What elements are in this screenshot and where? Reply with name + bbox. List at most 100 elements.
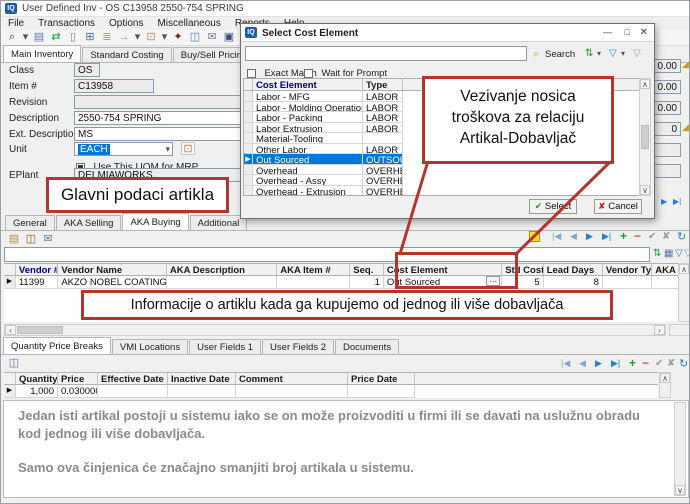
price-cell-inactive-date[interactable] — [168, 385, 236, 398]
notes-vscrollbar[interactable]: ∨ — [674, 402, 686, 496]
dialog-filter-icon[interactable]: ▽ — [609, 48, 617, 59]
mini-nav-last-icon[interactable]: ▶| — [673, 197, 681, 206]
price-header-effective-date[interactable]: Effective Date — [98, 373, 168, 384]
price-cell-price[interactable]: 0.030000 — [58, 385, 98, 398]
print-icon[interactable]: ▤ — [32, 31, 46, 44]
cost-field-6[interactable] — [653, 164, 681, 178]
aka-grid-hscrollbar[interactable]: ‹ › — [4, 324, 666, 336]
dialog-sort-dropdown-icon[interactable]: ▾ — [597, 49, 601, 58]
price-cell-quantity[interactable]: 1,000 — [16, 385, 58, 398]
price-grid-vscrollbar[interactable]: ∧ — [659, 372, 671, 398]
aka-delete-icon[interactable]: − — [634, 229, 641, 243]
exact-match-checkbox-box[interactable] — [247, 69, 256, 78]
aka-header-lead-days[interactable]: Lead Days — [544, 264, 603, 275]
document-icon[interactable]: ▯ — [66, 31, 80, 44]
price-nav-prev-icon[interactable]: ◀ — [579, 358, 586, 369]
aka-contacts-icon[interactable]: ◫ — [24, 233, 38, 246]
dialog-search-icon[interactable]: ⌕ — [533, 48, 539, 61]
cost-header-type[interactable]: Type — [363, 79, 403, 90]
aka-note-icon[interactable] — [529, 231, 540, 242]
dialog-scroll-down-icon[interactable]: ∨ — [640, 185, 650, 195]
aka-mail-icon[interactable]: ✉ — [41, 233, 55, 246]
select-button[interactable]: ✔ Select — [529, 199, 577, 214]
menu-miscellaneous[interactable]: Miscellaneous — [157, 18, 220, 29]
aka-grid-vscrollbar[interactable]: ∧ — [678, 263, 690, 322]
cost-field-1[interactable]: 0.00 — [653, 59, 681, 73]
unit-lookup-icon[interactable]: ⊡ — [181, 142, 195, 155]
aka-cell-aka-ext[interactable] — [652, 276, 678, 289]
dialog-filter-dropdown-icon[interactable]: ▾ — [621, 49, 625, 58]
cost-row-overhead[interactable]: OverheadOVERHEAD — [244, 165, 639, 176]
menu-transactions[interactable]: Transactions — [38, 18, 95, 29]
aka-filter-input[interactable] — [4, 247, 650, 262]
aka-cancel-icon[interactable]: ✘ — [662, 231, 670, 242]
price-nav-next-icon[interactable]: ▶ — [595, 358, 602, 369]
aka-post-icon[interactable]: ✔ — [648, 231, 656, 242]
price-post-icon[interactable]: ✔ — [655, 358, 663, 369]
aka-nav-prev-icon[interactable]: ◀ — [570, 231, 577, 242]
aka-header-vendor[interactable]: Vendor # — [16, 264, 58, 275]
aka-refresh-icon[interactable]: ↻ — [677, 230, 686, 243]
price-cell-comment[interactable] — [236, 385, 348, 398]
cancel-button[interactable]: ✘ Cancel — [594, 199, 642, 214]
tab-user-fields-2[interactable]: User Fields 2 — [262, 339, 334, 354]
notes-scroll-down-icon[interactable]: ∨ — [675, 485, 685, 495]
price-cell-effective-date[interactable] — [98, 385, 168, 398]
browse-dropdown-icon[interactable]: ▾ — [161, 31, 168, 44]
cost-field-2[interactable]: 0.00 — [653, 80, 681, 94]
dialog-search-input[interactable] — [245, 46, 527, 61]
print-preview-icon[interactable]: ⊞ — [83, 31, 97, 44]
aka-hscroll-right-icon[interactable]: › — [654, 325, 665, 335]
tab-standard-costing[interactable]: Standard Costing — [82, 47, 171, 62]
aka-cell-seq[interactable]: 1 — [350, 276, 384, 289]
dialog-vscrollbar[interactable]: ∧ ∨ — [639, 78, 651, 196]
price-vscroll-up-icon[interactable]: ∧ — [660, 373, 670, 383]
aka-nav-first-icon[interactable]: |◀ — [552, 231, 561, 242]
menu-options[interactable]: Options — [109, 18, 143, 29]
aka-grid-icon[interactable]: ▦ — [664, 248, 673, 259]
cost-header-cost-element[interactable]: Cost Element — [253, 79, 363, 90]
aka-hscroll-thumb[interactable] — [17, 326, 63, 334]
class-field[interactable]: OS — [74, 63, 100, 77]
aka-cell-vendor-type[interactable] — [603, 276, 652, 289]
price-table-row[interactable]: ▶ 1,000 0.030000 — [4, 385, 658, 398]
dialog-scroll-thumb[interactable] — [641, 125, 649, 149]
price-header-comment[interactable]: Comment — [236, 373, 348, 384]
aka-header-vendor-type[interactable]: Vendor Type — [603, 264, 652, 275]
aka-export-icon[interactable]: ▤ — [7, 233, 21, 246]
aka-filter-icon[interactable]: ▽ — [675, 248, 683, 259]
aka-cell-aka-description[interactable] — [167, 276, 277, 289]
dialog-sort-icon[interactable]: ⇅ — [585, 48, 593, 59]
price-refresh-icon[interactable]: ↻ — [679, 357, 688, 370]
cost-row-overhead-assy[interactable]: Overhead - AssyOVERHEAD — [244, 175, 639, 186]
dialog-search-button[interactable]: Search — [545, 49, 575, 60]
find-icon[interactable]: ⌕ — [5, 31, 19, 44]
cost-field-3[interactable]: 0.00 — [653, 101, 681, 115]
price-nav-first-icon[interactable]: |◀ — [561, 358, 570, 369]
aka-cell-vendor-name[interactable]: AKZO NOBEL COATINGS INC — [58, 276, 166, 289]
price-header-price[interactable]: Price — [58, 373, 98, 384]
aka-filter-clear-icon[interactable]: ▽ — [684, 248, 690, 259]
tab-quantity-price-breaks[interactable]: Quantity Price Breaks — [3, 337, 111, 354]
price-copy-icon[interactable]: ◫ — [7, 357, 21, 370]
cost-row-overhead-extrusion[interactable]: Overhead - ExtrusionOVERHEAD — [244, 186, 639, 197]
dialog-maximize-icon[interactable]: □ — [625, 27, 630, 37]
tab-main-inventory[interactable]: Main Inventory — [3, 45, 81, 62]
cost-field-1-icon[interactable]: ◢ — [682, 59, 689, 70]
tab-documents[interactable]: Documents — [335, 339, 399, 354]
item-field[interactable]: C13958 — [74, 79, 154, 93]
dialog-close-icon[interactable]: ✕ — [640, 27, 648, 38]
tab-user-fields-1[interactable]: User Fields 1 — [189, 339, 261, 354]
aka-cell-lead-days[interactable]: 8 — [544, 276, 603, 289]
dialog-scroll-up-icon[interactable]: ∧ — [640, 79, 650, 89]
cart-icon[interactable]: ✦ — [171, 31, 185, 44]
price-header-price-date[interactable]: Price Date — [348, 373, 415, 384]
unit-dropdown-icon[interactable]: ▾ — [165, 144, 170, 155]
aka-header-aka-description[interactable]: AKA Description — [167, 264, 277, 275]
aka-header-aka-item[interactable]: AKA Item # — [277, 264, 350, 275]
tab-general[interactable]: General — [5, 215, 55, 230]
price-delete-icon[interactable]: − — [642, 356, 649, 370]
aka-add-icon[interactable]: + — [620, 229, 627, 243]
tab-aka-selling[interactable]: AKA Selling — [56, 215, 122, 230]
wait-for-prompt-checkbox-box[interactable] — [304, 69, 313, 78]
